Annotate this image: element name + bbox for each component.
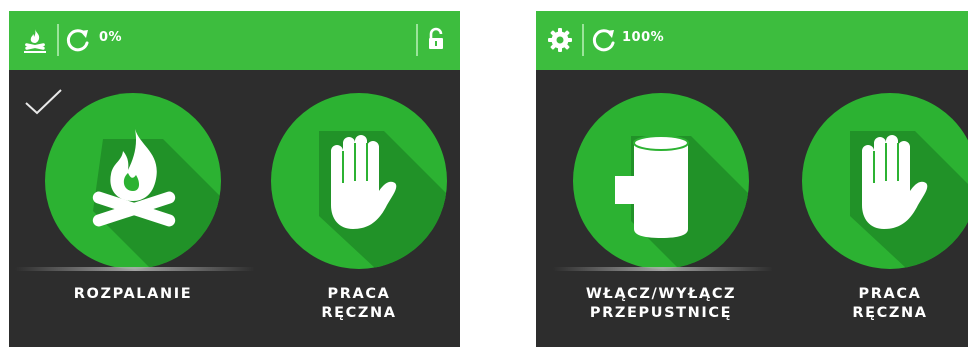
damper-icon [573,93,749,269]
mode-label: WŁĄCZ/WYŁĄCZ PRZEPUSTNICĘ [585,286,737,321]
separator [57,24,59,56]
controller-screen-right: 100% WŁĄCZ/WYŁĄCZ PRZEPUSTNICĘ PRACA RĘC… [536,11,968,347]
selection-underline [553,267,773,271]
status-bar: 0% [9,11,460,70]
refresh-icon [592,29,615,52]
mode-tile-przepustnica[interactable]: WŁĄCZ/WYŁĄCZ PRZEPUSTNICĘ [553,91,773,321]
mode-label: PRACA RĘCZNA [852,286,928,321]
mode-tile-praca-reczna[interactable]: PRACA RĘCZNA [800,91,968,321]
mode-tile-rozpalanie[interactable]: ROZPALANIE [15,91,255,302]
separator [416,24,418,56]
progress-percent: 100% [622,30,665,45]
unlock-icon[interactable] [425,26,447,54]
mode-label: PRACA RĘCZNA [321,286,397,321]
campfire-icon [24,29,46,53]
status-bar: 100% [536,11,968,70]
mode-label: ROZPALANIE [73,286,193,302]
separator [582,24,584,56]
mode-tile-praca-reczna[interactable]: PRACA RĘCZNA [269,91,449,321]
gear-icon[interactable] [546,26,574,54]
hand-icon [802,93,968,269]
progress-percent: 0% [99,30,123,45]
selection-underline [15,267,255,271]
hand-icon [271,93,447,269]
refresh-icon [66,29,89,52]
controller-screen-left: 0% ROZPALANIE PRACA RĘCZNA [9,11,460,347]
campfire-icon [45,93,221,269]
